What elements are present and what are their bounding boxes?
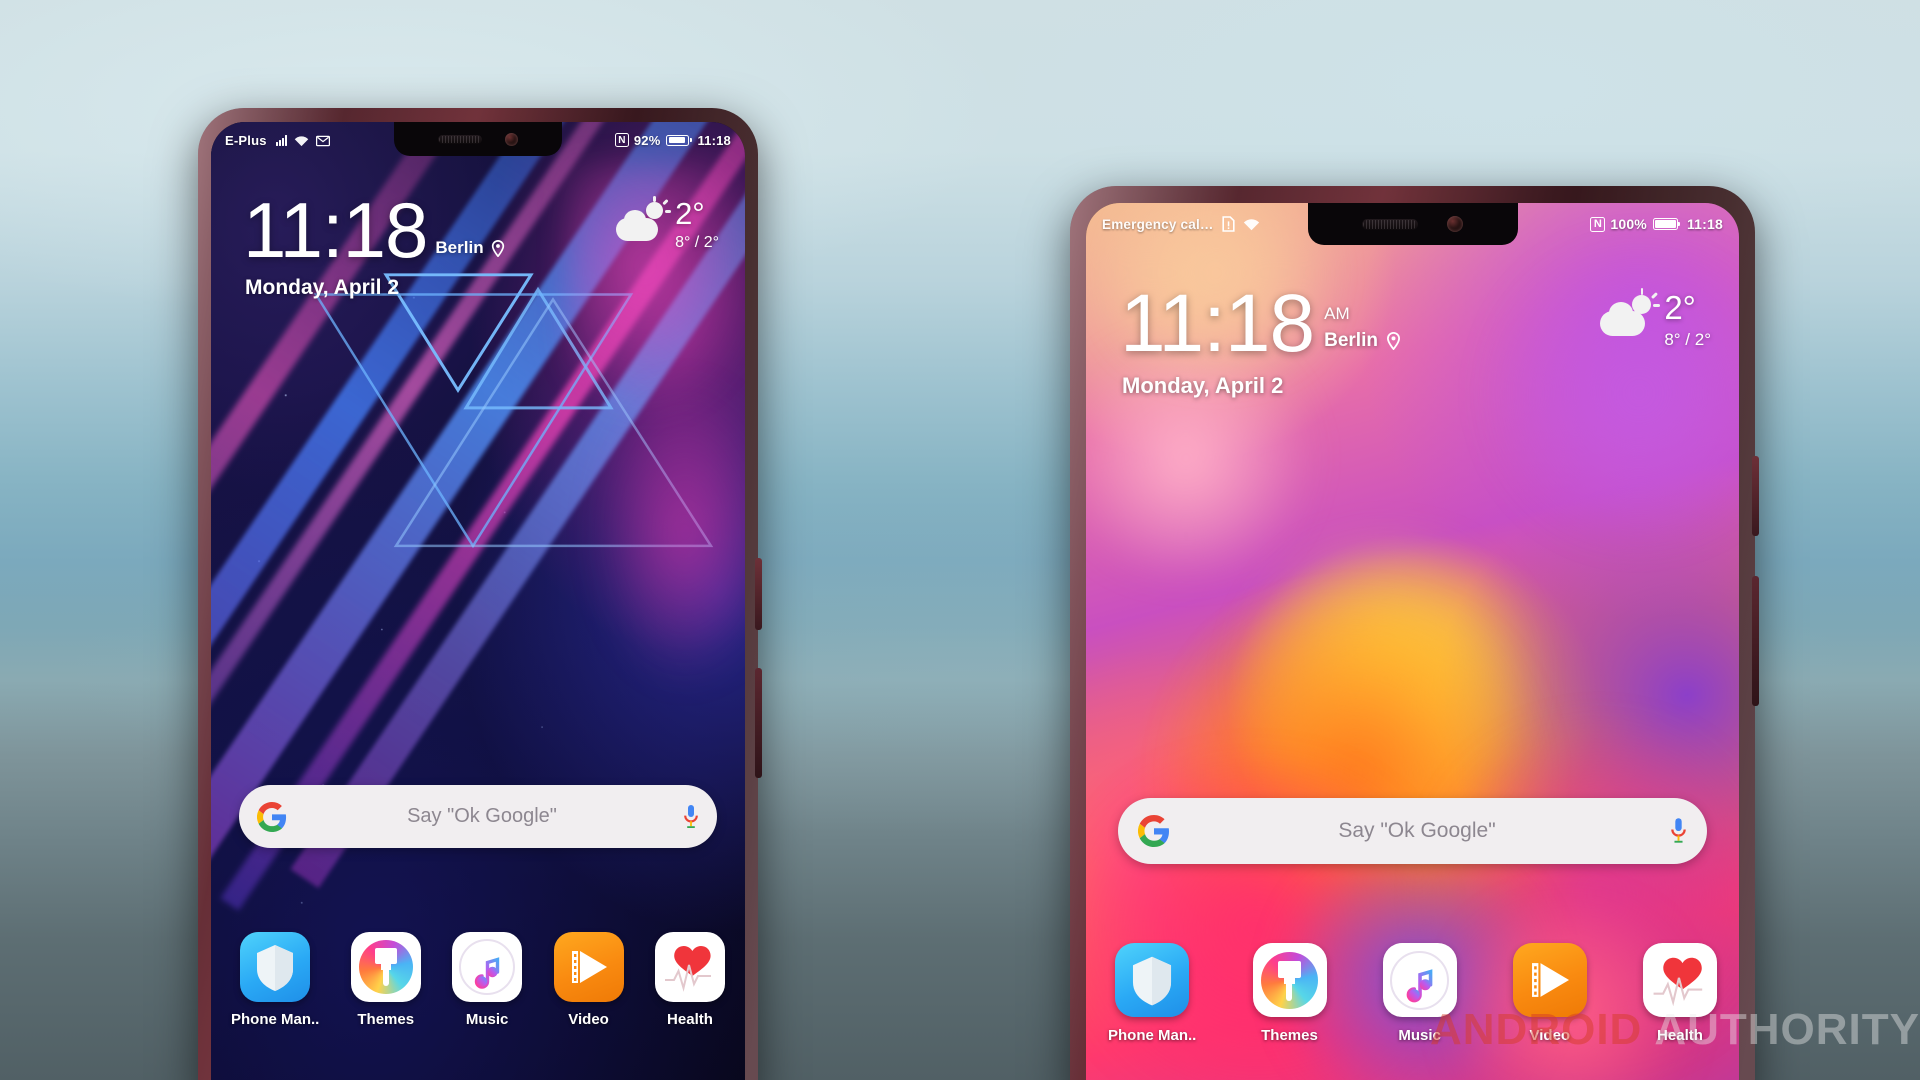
wifi-icon (294, 134, 309, 147)
battery-percent-label: 92% (633, 132, 661, 148)
left-phone-google-search-bar[interactable]: Say "Ok Google" (239, 785, 717, 848)
sim-alert-icon (1222, 216, 1235, 232)
nfc-icon: N (1590, 216, 1606, 232)
earpiece-speaker (1361, 218, 1418, 230)
clock-date: Monday, April 2 (1122, 373, 1284, 399)
microphone-icon[interactable] (1670, 817, 1687, 845)
search-placeholder-text: Say "Ok Google" (1338, 819, 1496, 842)
right-phone-google-search-bar[interactable]: Say "Ok Google" (1118, 798, 1707, 864)
left-phone-volume-button[interactable] (755, 668, 762, 778)
right-phone-dock[interactable]: Phone Man.. Themes Music Video Health (1108, 943, 1717, 1044)
dock-app-label: Health (667, 1011, 713, 1028)
dock-app-music[interactable]: Music (1382, 943, 1457, 1044)
wifi-icon (1243, 218, 1260, 231)
battery-icon (1652, 218, 1681, 230)
health-icon (654, 932, 725, 1002)
right-phone-volume-button[interactable] (1752, 576, 1759, 706)
status-carrier-label: Emergency cal… (1102, 216, 1214, 232)
weather-current-temp: 2° (675, 196, 705, 231)
partly-cloudy-icon (615, 196, 672, 244)
left-phone-weather-widget[interactable]: 2° 8° / 2° (615, 196, 719, 252)
dock-app-label: Health (1657, 1027, 1703, 1044)
clock-time: 11:18 (1120, 278, 1315, 369)
video-icon (553, 932, 624, 1002)
dock-app-phone-manager[interactable]: Phone Man.. (231, 932, 319, 1028)
music-icon (452, 932, 523, 1002)
dock-app-label: Video (568, 1011, 609, 1028)
signal-bars-icon (275, 134, 287, 146)
google-g-icon (1138, 815, 1170, 847)
weather-current-temp: 2° (1664, 289, 1696, 326)
search-placeholder-text: Say "Ok Google" (407, 805, 557, 827)
left-phone-dock[interactable]: Phone Man.. Themes Music Video Health (231, 932, 725, 1028)
dock-app-music[interactable]: Music (452, 932, 523, 1028)
dock-app-label: Themes (1261, 1027, 1318, 1044)
clock-time: 11:18 (243, 186, 428, 274)
left-phone[interactable]: E-Plus N 92% 11:18 11:18 Berlin Monday, … (198, 108, 762, 1080)
battery-icon (666, 134, 692, 146)
nfc-label: N (1593, 218, 1602, 230)
location-pin-icon (491, 239, 505, 258)
nfc-icon: N (614, 133, 629, 147)
battery-percent-label: 100% (1610, 216, 1647, 232)
themes-icon (1252, 943, 1327, 1017)
music-icon (1382, 943, 1457, 1017)
clock-ampm: AM (1324, 304, 1350, 324)
video-icon (1512, 943, 1587, 1017)
right-phone[interactable]: Emergency cal… N 100% 11:18 11:18 AM Ber… (1070, 186, 1759, 1080)
gmail-icon (315, 134, 330, 147)
left-phone-clock-widget[interactable]: 11:18 Berlin Monday, April 2 (243, 186, 505, 300)
earpiece-speaker (437, 134, 482, 144)
nfc-label: N (618, 134, 626, 146)
dock-app-label: Themes (357, 1011, 415, 1028)
microphone-icon[interactable] (683, 804, 699, 830)
health-icon (1642, 943, 1717, 1017)
phone-manager-icon (1115, 943, 1190, 1017)
status-carrier-label: E-Plus (225, 132, 267, 148)
themes-icon (350, 932, 421, 1002)
right-phone-clock-widget[interactable]: 11:18 AM Berlin Monday, April 2 (1120, 278, 1401, 399)
dock-app-health[interactable]: Health (1642, 943, 1717, 1044)
status-clock-label: 11:18 (697, 132, 731, 148)
right-phone-weather-widget[interactable]: 2° 8° / 2° (1599, 288, 1711, 350)
clock-city: Berlin (1324, 330, 1378, 352)
dock-app-themes[interactable]: Themes (350, 932, 421, 1028)
right-phone-power-button[interactable] (1752, 456, 1759, 536)
partly-cloudy-icon (1599, 288, 1661, 339)
front-camera-icon (1447, 216, 1464, 232)
clock-city: Berlin (435, 238, 484, 258)
location-pin-icon (1386, 332, 1401, 351)
dock-app-label: Video (1529, 1027, 1571, 1044)
google-g-icon (257, 801, 287, 832)
phone-manager-icon (240, 932, 311, 1002)
dock-app-health[interactable]: Health (654, 932, 725, 1028)
dock-app-phone-manager[interactable]: Phone Man.. (1108, 943, 1196, 1044)
weather-high-low: 8° / 2° (1664, 330, 1711, 349)
clock-date: Monday, April 2 (245, 276, 400, 300)
right-phone-screen[interactable]: Emergency cal… N 100% 11:18 11:18 AM Ber… (1086, 203, 1739, 1080)
left-phone-notch (394, 122, 562, 156)
dock-app-video[interactable]: Video (553, 932, 624, 1028)
dock-app-label: Phone Man.. (231, 1011, 320, 1028)
status-clock-label: 11:18 (1686, 216, 1723, 232)
dock-app-label: Phone Man.. (1108, 1027, 1197, 1044)
dock-app-label: Music (1398, 1027, 1441, 1044)
left-phone-screen[interactable]: E-Plus N 92% 11:18 11:18 Berlin Monday, … (211, 122, 745, 1080)
left-phone-power-button[interactable] (755, 558, 762, 630)
right-phone-notch (1307, 203, 1518, 245)
weather-high-low: 8° / 2° (675, 234, 719, 251)
front-camera-icon (505, 132, 519, 146)
dock-app-themes[interactable]: Themes (1252, 943, 1327, 1044)
dock-app-label: Music (465, 1011, 509, 1028)
dock-app-video[interactable]: Video (1512, 943, 1587, 1044)
